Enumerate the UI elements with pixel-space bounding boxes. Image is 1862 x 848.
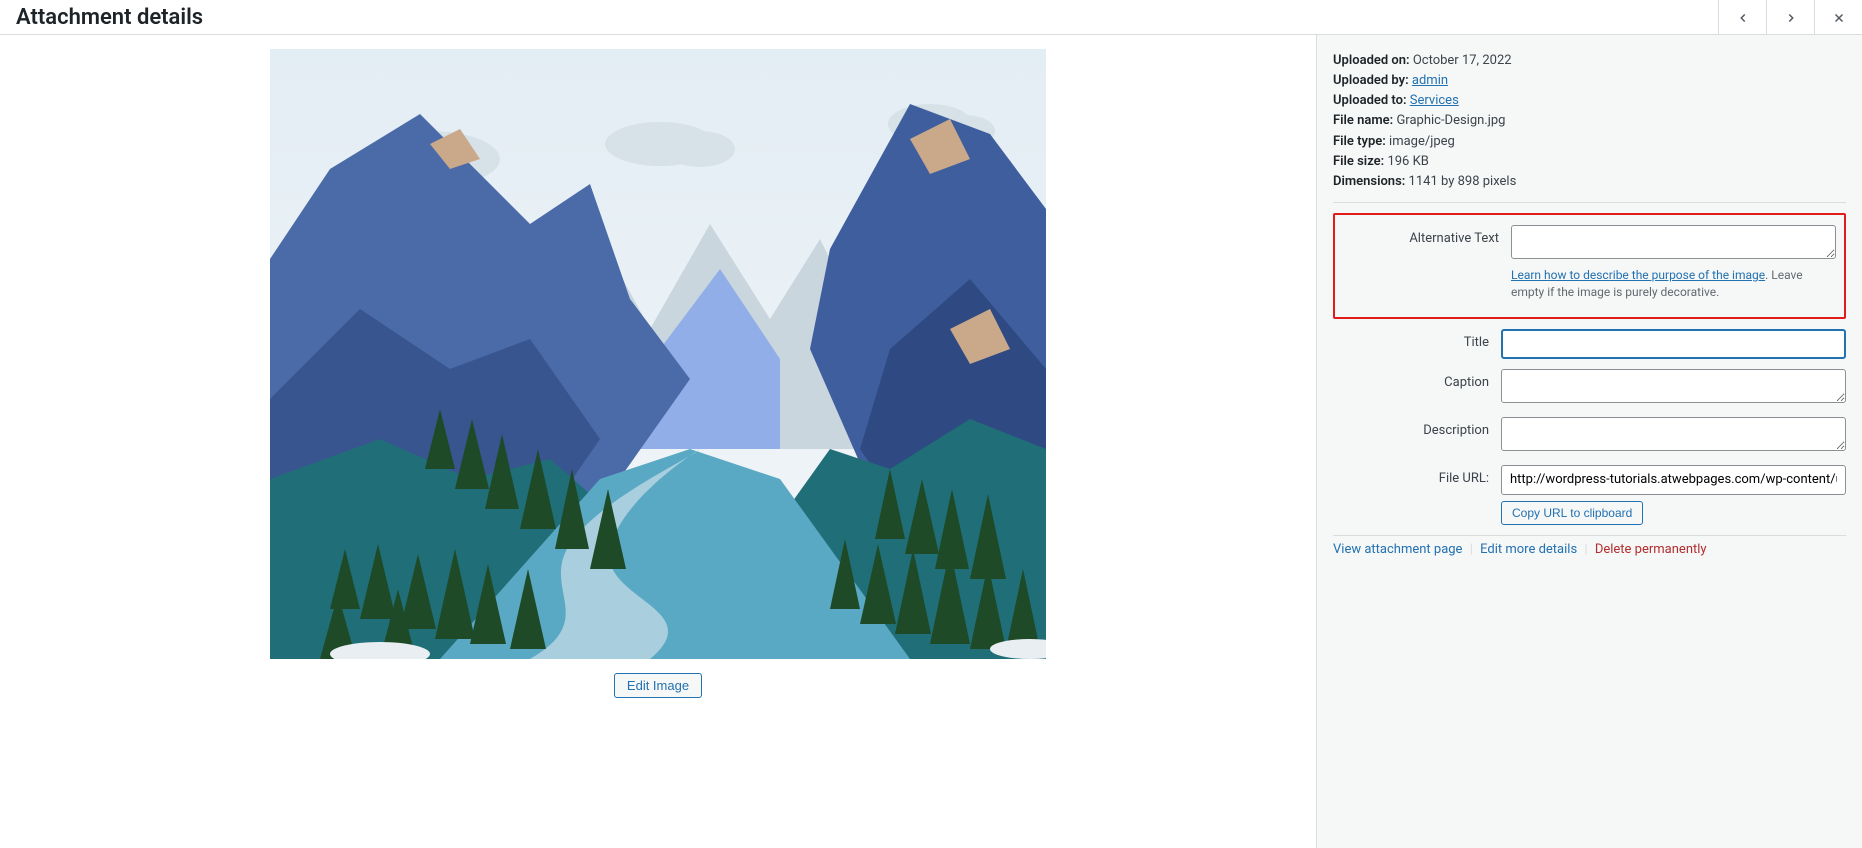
filetype-label: File type: xyxy=(1333,134,1386,149)
filesize-label: File size: xyxy=(1333,154,1384,169)
filetype-value: image/jpeg xyxy=(1389,134,1455,149)
separator: | xyxy=(1584,542,1587,557)
alt-text-input[interactable] xyxy=(1511,225,1836,259)
modal-title: Attachment details xyxy=(16,5,203,30)
dimensions-value: 1141 by 898 pixels xyxy=(1409,174,1517,189)
edit-image-button[interactable]: Edit Image xyxy=(614,673,702,698)
next-button[interactable] xyxy=(1766,0,1814,35)
caption-input[interactable] xyxy=(1501,369,1846,403)
title-label: Title xyxy=(1333,329,1501,359)
fileurl-label: File URL: xyxy=(1333,465,1501,525)
description-input[interactable] xyxy=(1501,417,1846,451)
uploaded-on-label: Uploaded on: xyxy=(1333,53,1410,68)
edit-details-link[interactable]: Edit more details xyxy=(1480,542,1577,557)
uploaded-by-link[interactable]: admin xyxy=(1412,73,1448,88)
alt-text-hint: Learn how to describe the purpose of the… xyxy=(1511,267,1836,301)
title-input[interactable] xyxy=(1501,329,1846,359)
uploaded-by-label: Uploaded by: xyxy=(1333,73,1409,88)
uploaded-on-value: October 17, 2022 xyxy=(1413,53,1512,68)
modal-header: Attachment details xyxy=(0,0,1862,35)
view-attachment-link[interactable]: View attachment page xyxy=(1333,542,1462,557)
alt-text-highlight: Alternative Text Learn how to describe t… xyxy=(1333,213,1846,319)
attachment-image xyxy=(270,49,1046,659)
details-sidebar: Uploaded on: October 17, 2022 Uploaded b… xyxy=(1316,35,1862,848)
filename-label: File name: xyxy=(1333,113,1393,128)
caption-label: Caption xyxy=(1333,369,1501,407)
copy-url-button[interactable]: Copy URL to clipboard xyxy=(1501,501,1643,525)
dimensions-label: Dimensions: xyxy=(1333,174,1405,189)
delete-permanently-link[interactable]: Delete permanently xyxy=(1595,542,1707,557)
uploaded-to-link[interactable]: Services xyxy=(1410,93,1459,108)
uploaded-to-label: Uploaded to: xyxy=(1333,93,1407,108)
description-label: Description xyxy=(1333,417,1501,455)
filename-value: Graphic-Design.jpg xyxy=(1396,113,1505,128)
alt-text-label: Alternative Text xyxy=(1343,225,1511,301)
attachment-actions: View attachment page | Edit more details… xyxy=(1333,542,1846,557)
header-nav xyxy=(1718,0,1862,35)
filesize-value: 196 KB xyxy=(1387,154,1428,169)
prev-button[interactable] xyxy=(1718,0,1766,35)
close-button[interactable] xyxy=(1814,0,1862,35)
divider xyxy=(1333,535,1846,536)
image-preview-area: Edit Image xyxy=(0,35,1316,848)
divider xyxy=(1333,202,1846,203)
alt-text-learn-link[interactable]: Learn how to describe the purpose of the… xyxy=(1511,268,1765,282)
separator: | xyxy=(1470,542,1473,557)
attachment-meta: Uploaded on: October 17, 2022 Uploaded b… xyxy=(1333,51,1846,192)
fileurl-input[interactable] xyxy=(1501,465,1846,495)
